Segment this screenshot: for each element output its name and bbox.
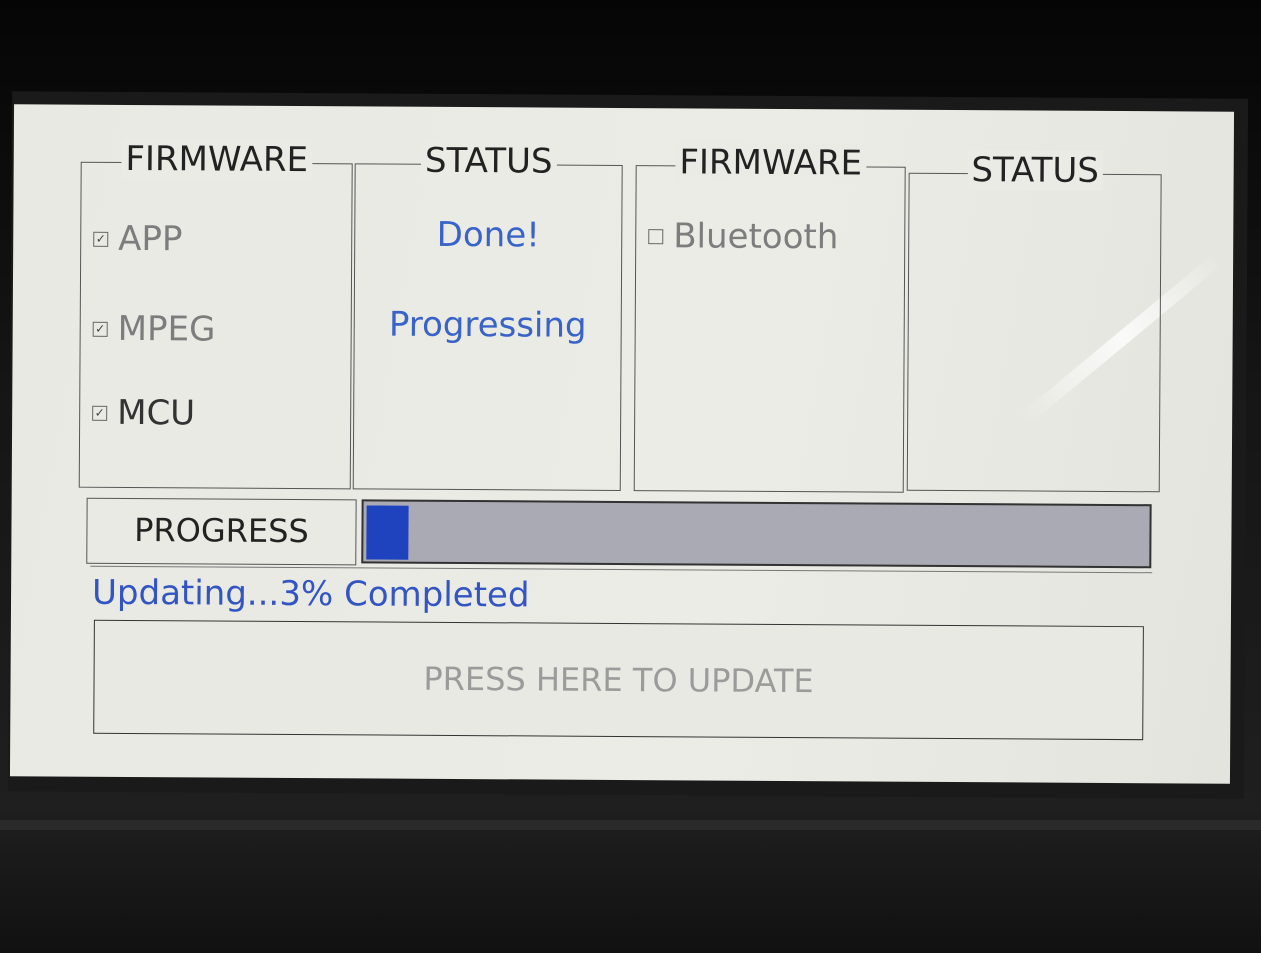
panel-title: STATUS: [967, 150, 1104, 191]
status-text-mpeg: Progressing: [388, 304, 587, 346]
firmware-item-label: APP: [118, 218, 183, 260]
checkbox-checked-icon[interactable]: ✓: [92, 405, 108, 421]
checkbox-checked-icon[interactable]: ✓: [93, 231, 109, 247]
lcd-screen: FIRMWARE ✓ APP ✓ MPEG ✓ MCU STATUS Done!…: [9, 104, 1235, 784]
lower-trim: [0, 820, 1261, 830]
firmware-item-label: Bluetooth: [673, 216, 839, 258]
firmware-panel-left: FIRMWARE ✓ APP ✓ MPEG ✓ MCU: [78, 138, 353, 490]
firmware-item-label: MCU: [117, 392, 196, 434]
firmware-item-mpeg[interactable]: ✓ MPEG: [92, 308, 216, 350]
status-text-app: Done!: [436, 214, 540, 256]
update-button[interactable]: PRESS HERE TO UPDATE: [93, 619, 1144, 741]
firmware-item-app[interactable]: ✓ APP: [93, 218, 183, 260]
firmware-panel-right: FIRMWARE Bluetooth: [633, 142, 906, 493]
status-panel-right: STATUS: [906, 150, 1162, 493]
firmware-item-mcu[interactable]: ✓ MCU: [92, 392, 196, 434]
panel-title: STATUS: [420, 140, 557, 182]
firmware-item-label: MPEG: [117, 308, 216, 350]
firmware-item-bluetooth[interactable]: Bluetooth: [648, 216, 838, 257]
progress-label: PROGRESS: [86, 497, 357, 566]
checkbox-checked-icon[interactable]: ✓: [92, 321, 108, 337]
status-panel-left: STATUS Done! Progressing: [352, 140, 623, 491]
update-status-text: Updating...3% Completed: [89, 565, 1153, 626]
progress-bar: [361, 499, 1152, 569]
panel-title: FIRMWARE: [675, 142, 867, 184]
panel-title: FIRMWARE: [121, 138, 313, 181]
checkbox-unchecked-icon[interactable]: [648, 228, 664, 244]
progress-bar-fill: [366, 505, 409, 560]
